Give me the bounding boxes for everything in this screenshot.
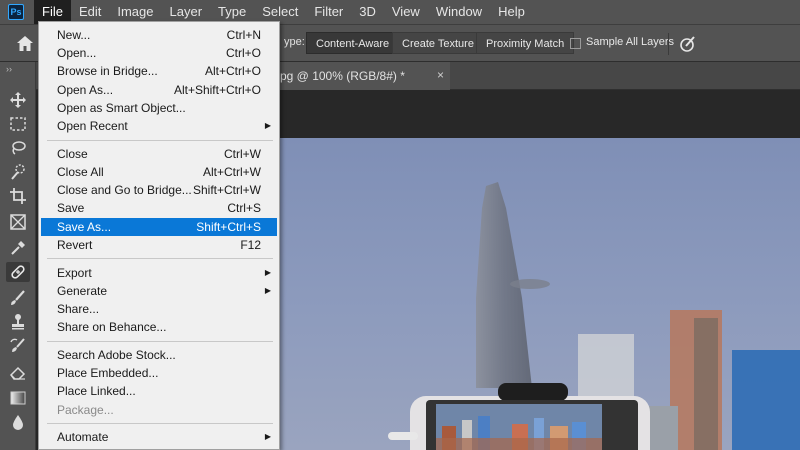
menu-item-share-on-behance[interactable]: Share on Behance... — [41, 318, 277, 336]
menu-item-label: Open Recent — [57, 119, 128, 133]
eyedropper-icon[interactable] — [6, 238, 30, 258]
menu-item-close-and-go-to-bridge[interactable]: Close and Go to Bridge... Shift+Ctrl+W — [41, 181, 277, 199]
menu-item-open[interactable]: Open... Ctrl+O — [41, 44, 277, 62]
crop-icon[interactable] — [6, 186, 30, 206]
divider — [668, 33, 669, 55]
menu-item-open-recent[interactable]: Open Recent ▶ — [41, 117, 277, 135]
submenu-arrow-icon: ▶ — [264, 285, 271, 295]
healing-brush-icon[interactable] — [6, 262, 30, 282]
menu-view[interactable]: View — [384, 0, 428, 24]
move-icon[interactable] — [6, 90, 30, 110]
menu-item-search-adobe-stock[interactable]: Search Adobe Stock... — [41, 346, 277, 364]
menu-item-label: Browse in Bridge... — [57, 64, 158, 79]
menu-item-label: Generate — [57, 283, 108, 298]
type-label: ype: — [284, 36, 305, 48]
menu-item-generate[interactable]: Generate ▶ — [41, 282, 277, 300]
submenu-arrow-icon: ▶ — [264, 267, 271, 277]
menu-item-browse-in-bridge[interactable]: Browse in Bridge... Alt+Ctrl+O — [41, 62, 277, 80]
menu-item-label: Open as Smart Object... — [57, 100, 186, 115]
menu-filter[interactable]: Filter — [306, 0, 351, 24]
menu-item-package[interactable]: Package... — [41, 401, 277, 419]
menu-separator — [47, 340, 273, 342]
collapse-icon[interactable]: ›› — [6, 64, 12, 74]
menu-item-close-all[interactable]: Close All Alt+Ctrl+W — [41, 163, 277, 181]
menu-item-shortcut: F12 — [240, 237, 261, 252]
menu-item-automate[interactable]: Automate ▶ — [41, 428, 277, 446]
sample-all-layers-label: Sample All Layers — [586, 36, 675, 48]
lasso-icon[interactable] — [6, 138, 30, 158]
menu-item-label: Place Linked... — [57, 384, 136, 399]
menu-item-shortcut: Alt+Shift+Ctrl+O — [173, 82, 261, 97]
menu-item-label: Close All — [57, 165, 104, 179]
menu-item-export[interactable]: Export ▶ — [41, 264, 277, 282]
menu-item-new[interactable]: New... Ctrl+N — [41, 26, 277, 44]
menu-item-label: Open... — [57, 46, 97, 61]
menu-window[interactable]: Window — [428, 0, 490, 24]
menu-separator — [47, 258, 273, 260]
menu-item-save-as[interactable]: Save As... Shift+Ctrl+S — [41, 217, 277, 236]
gradient-icon[interactable] — [6, 388, 30, 408]
menu-item-revert[interactable]: Revert F12 — [41, 236, 277, 254]
menu-item-label: New... — [57, 28, 91, 42]
menu-item-place-embedded[interactable]: Place Embedded... — [41, 364, 277, 382]
menu-item-shortcut: Shift+Ctrl+S — [196, 219, 261, 234]
close-icon[interactable]: × — [437, 68, 444, 82]
menu-item-share[interactable]: Share... — [41, 300, 277, 318]
blur-icon[interactable] — [6, 412, 30, 432]
marquee-icon[interactable] — [6, 114, 30, 134]
menu-item-shortcut: Ctrl+W — [224, 146, 261, 161]
create-texture-button[interactable]: Create Texture — [392, 32, 484, 54]
menu-item-shortcut: Ctrl+S — [227, 201, 261, 216]
eraser-icon[interactable] — [6, 362, 30, 382]
menu-separator — [47, 139, 273, 141]
menu-help[interactable]: Help — [490, 0, 533, 24]
file-menu-dropdown: New... Ctrl+N Open... Ctrl+O Browse in Bridg… — [38, 21, 280, 450]
menu-item-shortcut: Shift+Ctrl+W — [192, 183, 261, 198]
menu-item-shortcut: Ctrl+N — [226, 28, 261, 42]
submenu-arrow-icon: ▶ — [264, 432, 271, 442]
menu-item-open-as-smart-object[interactable]: Open as Smart Object... — [41, 99, 277, 117]
document-tab-title: pg @ 100% (RGB/8#) * — [280, 69, 405, 83]
menu-item-label: Place Embedded... — [57, 366, 159, 381]
tools-panel: ›› — [0, 62, 36, 450]
document-tab[interactable]: pg @ 100% (RGB/8#) * × — [272, 62, 450, 90]
menu-3d[interactable]: 3D — [351, 0, 384, 24]
proximity-match-button[interactable]: Proximity Match — [476, 32, 575, 54]
menu-item-label: Automate — [57, 430, 109, 445]
menu-item-label: Search Adobe Stock... — [57, 348, 176, 362]
menu-item-shortcut: Alt+Ctrl+O — [204, 64, 261, 79]
menu-item-label: Save — [57, 201, 85, 216]
sample-all-layers-checkbox[interactable] — [570, 38, 581, 49]
menu-item-label: Export — [57, 265, 92, 280]
content-aware-button[interactable]: Content-Aware — [306, 32, 400, 54]
menu-item-open-as[interactable]: Open As... Alt+Shift+Ctrl+O — [41, 81, 277, 99]
menu-separator — [47, 423, 273, 425]
menu-item-label: Save As... — [57, 219, 112, 234]
menu-item-label: Close — [57, 146, 88, 161]
brush-icon[interactable] — [6, 288, 30, 308]
menu-item-place-linked[interactable]: Place Linked... — [41, 382, 277, 400]
canvas-image[interactable] — [250, 138, 800, 450]
photoshop-logo[interactable]: Ps — [8, 4, 24, 20]
menu-item-shortcut: Ctrl+O — [225, 46, 261, 61]
menu-item-label: Open As... — [57, 82, 114, 97]
clone-stamp-icon[interactable] — [6, 312, 30, 332]
frame-icon[interactable] — [6, 212, 30, 232]
menu-item-shortcut: Alt+Ctrl+W — [202, 165, 261, 179]
menu-item-label: Revert — [57, 237, 93, 252]
submenu-arrow-icon: ▶ — [264, 121, 271, 130]
menu-item-save[interactable]: Save Ctrl+S — [41, 199, 277, 217]
history-brush-icon[interactable] — [6, 336, 30, 356]
menu-item-label: Package... — [57, 402, 114, 417]
menu-item-close[interactable]: Close Ctrl+W — [41, 145, 277, 163]
brush-settings-icon[interactable] — [678, 34, 698, 54]
quick-select-icon[interactable] — [6, 162, 30, 182]
menu-item-label: Share... — [57, 302, 100, 316]
home-icon[interactable] — [15, 34, 35, 54]
menu-item-label: Close and Go to Bridge... — [57, 183, 192, 198]
menu-item-label: Share on Behance... — [57, 320, 167, 335]
